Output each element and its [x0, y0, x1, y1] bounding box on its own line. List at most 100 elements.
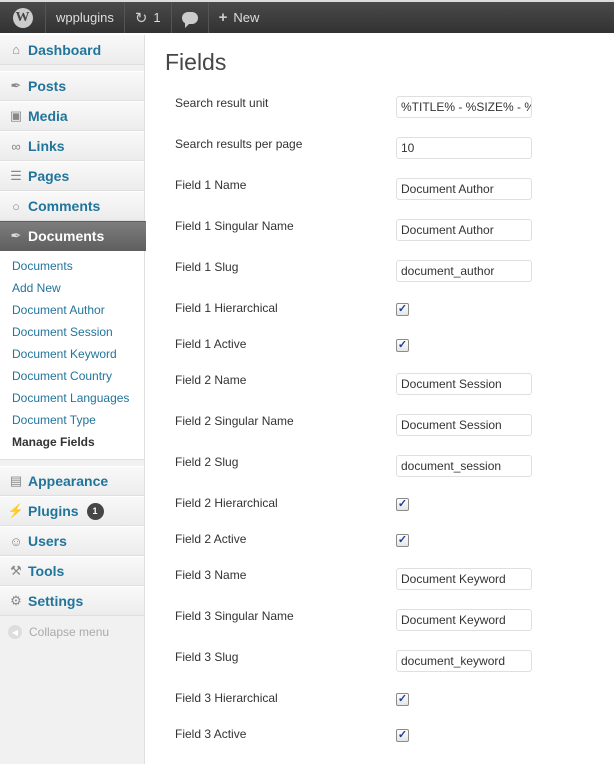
site-name-menu[interactable]: wpplugins — [46, 2, 125, 33]
field-1-singular-name-label: Field 1 Singular Name — [175, 219, 294, 233]
comment-bubble-icon — [181, 11, 198, 28]
field-2-singular-name-input[interactable]: Document Session — [396, 414, 532, 436]
field-3-active-label: Field 3 Active — [175, 727, 247, 741]
field-1-hierarchical-checkbox[interactable]: ✓ — [396, 303, 409, 316]
menu-label: Settings — [28, 593, 84, 609]
menu-label: Pages — [28, 168, 70, 184]
field-2-active-checkbox[interactable]: ✓ — [396, 534, 409, 547]
menu-links[interactable]: ∞ Links — [0, 131, 144, 161]
new-label: New — [233, 10, 260, 25]
search-result-unit-input[interactable]: %TITLE% - %SIZE% - % — [396, 96, 532, 118]
field-3-singular-name-input[interactable]: Document Keyword — [396, 609, 532, 631]
menu-label: Documents — [28, 228, 105, 244]
submenu-item-add-new[interactable]: Add New — [0, 277, 144, 299]
field-2-slug-input[interactable]: document_session — [396, 455, 532, 477]
menu-label: Media — [28, 108, 68, 124]
menu-dashboard[interactable]: ⌂ Dashboard — [0, 35, 144, 65]
plus-icon: + — [218, 9, 228, 26]
menu-plugins[interactable]: ⚡ Plugins 1 — [0, 496, 144, 526]
form-row-field-3-name: Field 3 Name Document Keyword — [175, 565, 605, 590]
menu-label: Comments — [28, 198, 101, 214]
main-content: Fields Search result unit %TITLE% - %SIZE… — [146, 35, 614, 764]
collapse-menu-button[interactable]: ◀ Collapse menu — [0, 616, 144, 648]
field-2-active-label: Field 2 Active — [175, 532, 247, 546]
submenu-item-document-keyword[interactable]: Document Keyword — [0, 343, 144, 365]
submenu-item-document-country[interactable]: Document Country — [0, 365, 144, 387]
menu-comments[interactable]: ○ Comments — [0, 191, 144, 221]
form-row-field-3-active: Field 3 Active ✓ — [175, 724, 605, 746]
field-3-hierarchical-checkbox[interactable]: ✓ — [396, 693, 409, 706]
menu-documents[interactable]: ✒ Documents — [0, 221, 163, 252]
menu-label: Tools — [28, 563, 65, 579]
field-3-singular-name-label: Field 3 Singular Name — [175, 609, 294, 623]
field-1-slug-input[interactable]: document_author — [396, 260, 532, 282]
menu-appearance[interactable]: ▤ Appearance — [0, 466, 144, 496]
menu-tools[interactable]: ⚒ Tools — [0, 556, 144, 586]
submenu-item-documents[interactable]: Documents — [0, 255, 144, 277]
form-row-field-2-slug: Field 2 Slug document_session — [175, 452, 605, 477]
submenu-item-document-session[interactable]: Document Session — [0, 321, 144, 343]
updates-menu[interactable]: ↻ 1 — [125, 2, 172, 33]
admin-bar: W wpplugins ↻ 1 + New — [0, 0, 614, 33]
collapse-label: Collapse menu — [29, 625, 110, 639]
settings-icon: ⚙ — [10, 593, 22, 608]
refresh-icon: ↻ — [134, 9, 148, 27]
submenu-item-document-languages[interactable]: Document Languages — [0, 387, 144, 409]
field-1-hierarchical-label: Field 1 Hierarchical — [175, 301, 278, 315]
new-content-menu[interactable]: + New — [209, 2, 270, 33]
form-row-field-1-singular-name: Field 1 Singular Name Document Author — [175, 216, 605, 241]
field-3-hierarchical-label: Field 3 Hierarchical — [175, 691, 278, 705]
wp-logo-menu[interactable]: W — [0, 2, 46, 33]
link-icon: ∞ — [11, 138, 21, 154]
pages-icon: ☰ — [10, 168, 22, 183]
submenu-item-manage-fields[interactable]: Manage Fields — [0, 431, 144, 453]
media-icon: ▣ — [9, 108, 23, 123]
submenu-item-document-author[interactable]: Document Author — [0, 299, 144, 321]
collapse-arrow-icon: ◀ — [8, 625, 22, 639]
menu-settings[interactable]: ⚙ Settings — [0, 586, 144, 616]
comment-icon: ○ — [12, 198, 20, 214]
field-2-name-input[interactable]: Document Session — [396, 373, 532, 395]
plugin-icon: ⚡ — [7, 503, 25, 518]
pin-icon: ✒ — [10, 228, 22, 243]
field-1-name-label: Field 1 Name — [175, 178, 247, 192]
menu-posts[interactable]: ✒ Posts — [0, 71, 144, 101]
menu-label: Appearance — [28, 473, 109, 489]
users-icon: ☺ — [9, 533, 23, 549]
menu-pages[interactable]: ☰ Pages — [0, 161, 144, 191]
menu-label: Users — [28, 533, 67, 549]
field-2-singular-name-label: Field 2 Singular Name — [175, 414, 294, 428]
documents-submenu: Documents Add New Document Author Docume… — [0, 251, 144, 460]
field-3-name-input[interactable]: Document Keyword — [396, 568, 532, 590]
field-3-active-checkbox[interactable]: ✓ — [396, 729, 409, 742]
comments-menu[interactable] — [172, 2, 209, 33]
field-2-name-label: Field 2 Name — [175, 373, 247, 387]
form-row-field-2-hierarchical: Field 2 Hierarchical ✓ — [175, 493, 605, 515]
site-name: wpplugins — [56, 10, 114, 25]
form-row-field-2-active: Field 2 Active ✓ — [175, 529, 605, 551]
field-3-name-label: Field 3 Name — [175, 568, 247, 582]
field-3-slug-label: Field 3 Slug — [175, 650, 239, 664]
updates-count: 1 — [153, 10, 161, 25]
appearance-icon: ▤ — [9, 473, 23, 488]
form-row-field-1-slug: Field 1 Slug document_author — [175, 257, 605, 282]
form-row-field-3-singular-name: Field 3 Singular Name Document Keyword — [175, 606, 605, 631]
form-row-field-1-name: Field 1 Name Document Author — [175, 175, 605, 200]
menu-users[interactable]: ☺ Users — [0, 526, 144, 556]
submenu-item-document-type[interactable]: Document Type — [0, 409, 144, 431]
form-row-search-result-unit: Search result unit %TITLE% - %SIZE% - % — [175, 93, 605, 118]
menu-label: Posts — [28, 78, 67, 94]
search-results-per-page-input[interactable]: 10 — [396, 137, 532, 159]
tools-icon: ⚒ — [10, 563, 22, 578]
menu-media[interactable]: ▣ Media — [0, 101, 144, 131]
form-row-field-2-name: Field 2 Name Document Session — [175, 370, 605, 395]
menu-label: Dashboard — [28, 41, 102, 58]
field-1-name-input[interactable]: Document Author — [396, 178, 532, 200]
field-3-slug-input[interactable]: document_keyword — [396, 650, 532, 672]
field-1-slug-label: Field 1 Slug — [175, 260, 239, 274]
field-1-active-checkbox[interactable]: ✓ — [396, 339, 409, 352]
field-2-hierarchical-checkbox[interactable]: ✓ — [396, 498, 409, 511]
field-1-singular-name-input[interactable]: Document Author — [396, 219, 532, 241]
search-results-per-page-label: Search results per page — [175, 137, 303, 151]
admin-sidebar: ⌂ Dashboard ✒ Posts ▣ Media ∞ Links ☰ Pa… — [0, 35, 163, 764]
